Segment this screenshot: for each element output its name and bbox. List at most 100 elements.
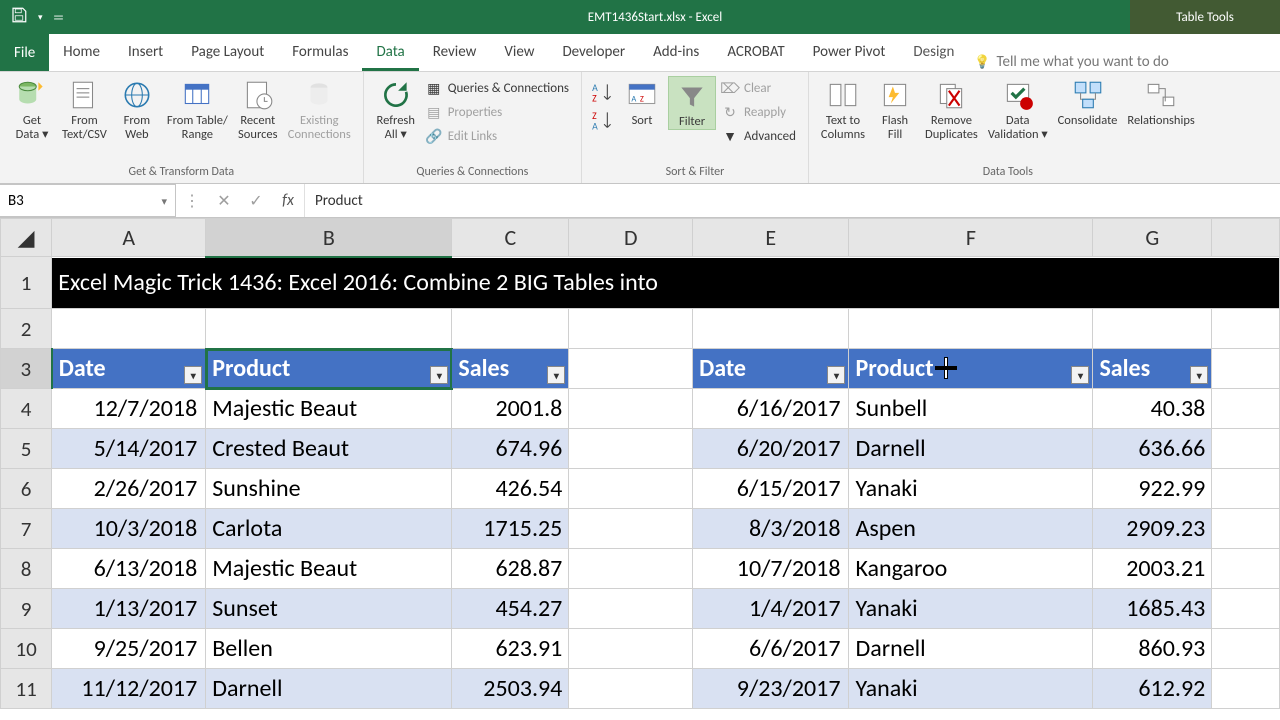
cell[interactable]: 612.92 <box>1093 669 1212 709</box>
row-header[interactable]: 1 <box>1 257 52 309</box>
cell[interactable] <box>569 669 693 709</box>
cell[interactable]: Crested Beaut <box>206 429 452 469</box>
tab-review[interactable]: Review <box>419 35 491 71</box>
cell[interactable]: Sunbell <box>849 389 1093 429</box>
worksheet-grid[interactable]: ◢ A B C D E F G 1 Excel Magic Trick 1436… <box>0 218 1280 720</box>
cell[interactable] <box>1212 669 1280 709</box>
table1-header-sales[interactable]: Sales▾ <box>452 349 569 389</box>
cell[interactable]: 628.87 <box>452 549 569 589</box>
cell[interactable]: 1715.25 <box>452 509 569 549</box>
qat-customize-icon[interactable]: ＝ <box>53 9 65 26</box>
cell[interactable]: 623.91 <box>452 629 569 669</box>
row-header[interactable]: 2 <box>1 309 52 349</box>
from-table-range-button[interactable]: From Table/ Range <box>163 76 232 143</box>
qat-dropdown-icon[interactable]: ▾ <box>38 12 43 23</box>
cell[interactable]: 10/7/2018 <box>693 549 849 589</box>
select-all-corner[interactable]: ◢ <box>1 219 52 257</box>
cell[interactable]: 8/3/2018 <box>693 509 849 549</box>
row-header[interactable]: 9 <box>1 589 52 629</box>
from-text-csv-button[interactable]: From Text/CSV <box>58 76 111 143</box>
sort-az-icon[interactable]: AZ <box>590 80 616 106</box>
column-header[interactable]: F <box>849 219 1093 257</box>
cell[interactable]: 1/13/2017 <box>52 589 206 629</box>
tab-addins[interactable]: Add-ins <box>639 35 713 71</box>
enter-icon[interactable]: ✓ <box>240 191 272 211</box>
cell[interactable] <box>569 429 693 469</box>
consolidate-button[interactable]: Consolidate <box>1054 76 1122 128</box>
title-cell[interactable]: Excel Magic Trick 1436: Excel 2016: Comb… <box>52 257 1280 309</box>
column-header[interactable]: B <box>206 219 452 257</box>
file-tab[interactable]: File <box>0 34 49 71</box>
cell[interactable] <box>1212 469 1280 509</box>
cell[interactable]: Majestic Beaut <box>206 549 452 589</box>
table1-header-product[interactable]: Product▾ <box>206 349 452 389</box>
cell[interactable]: 40.38 <box>1093 389 1212 429</box>
cell[interactable]: 6/13/2018 <box>52 549 206 589</box>
flash-fill-button[interactable]: Flash Fill <box>871 76 919 143</box>
cell[interactable]: 9/23/2017 <box>693 669 849 709</box>
existing-connections-button[interactable]: Existing Connections <box>284 76 355 143</box>
cell[interactable]: Sunshine <box>206 469 452 509</box>
cell[interactable]: Carlota <box>206 509 452 549</box>
cell[interactable]: 454.27 <box>452 589 569 629</box>
tab-page-layout[interactable]: Page Layout <box>177 35 278 71</box>
advanced-filter-button[interactable]: ▼Advanced <box>718 126 800 146</box>
cell[interactable]: Majestic Beaut <box>206 389 452 429</box>
cell[interactable] <box>1212 509 1280 549</box>
tab-formulas[interactable]: Formulas <box>278 35 362 71</box>
reapply-button[interactable]: ↻Reapply <box>718 102 800 122</box>
column-header[interactable]: A <box>52 219 206 257</box>
clear-filter-button[interactable]: ⌦Clear <box>718 78 800 98</box>
cell[interactable] <box>1212 629 1280 669</box>
name-box[interactable]: B3 <box>0 184 176 217</box>
cell[interactable]: Darnell <box>849 629 1093 669</box>
formula-split-icon[interactable]: ⋮ <box>176 191 208 211</box>
cell[interactable]: 426.54 <box>452 469 569 509</box>
remove-duplicates-button[interactable]: Remove Duplicates <box>921 76 982 143</box>
cell[interactable]: Darnell <box>206 669 452 709</box>
cell[interactable]: 2503.94 <box>452 669 569 709</box>
cell[interactable]: Yanaki <box>849 669 1093 709</box>
cell[interactable]: Kangaroo <box>849 549 1093 589</box>
cell[interactable]: 9/25/2017 <box>52 629 206 669</box>
cell[interactable]: 922.99 <box>1093 469 1212 509</box>
cell[interactable]: 11/12/2017 <box>52 669 206 709</box>
cell[interactable] <box>569 549 693 589</box>
fx-icon[interactable]: fx <box>272 191 304 210</box>
table1-header-date[interactable]: Date▾ <box>52 349 206 389</box>
chevron-down-icon[interactable] <box>161 192 167 210</box>
cell[interactable] <box>569 589 693 629</box>
row-header[interactable]: 7 <box>1 509 52 549</box>
cell[interactable] <box>1212 549 1280 589</box>
cell[interactable]: 2/26/2017 <box>52 469 206 509</box>
cell[interactable]: 12/7/2018 <box>52 389 206 429</box>
table2-header-date[interactable]: Date▾ <box>693 349 849 389</box>
filter-dropdown-icon[interactable]: ▾ <box>827 366 845 384</box>
cell[interactable]: 5/14/2017 <box>52 429 206 469</box>
cell[interactable] <box>1212 429 1280 469</box>
tab-view[interactable]: View <box>490 35 548 71</box>
cell[interactable] <box>569 509 693 549</box>
cell[interactable]: 6/20/2017 <box>693 429 849 469</box>
cell[interactable]: 1685.43 <box>1093 589 1212 629</box>
save-icon[interactable] <box>10 6 28 28</box>
cancel-icon[interactable]: ✕ <box>208 191 240 211</box>
table2-header-product[interactable]: Product▾ <box>849 349 1093 389</box>
sort-za-icon[interactable]: ZA <box>590 108 616 134</box>
tab-data[interactable]: Data <box>362 35 418 71</box>
get-data-button[interactable]: Get Data ▾ <box>8 76 56 143</box>
filter-dropdown-icon[interactable]: ▾ <box>547 366 565 384</box>
cell[interactable]: 6/6/2017 <box>693 629 849 669</box>
filter-button[interactable]: Filter <box>668 76 716 130</box>
from-web-button[interactable]: From Web <box>113 76 161 143</box>
tell-me-search[interactable]: Tell me what you want to do <box>974 53 1168 71</box>
cell[interactable]: Aspen <box>849 509 1093 549</box>
refresh-all-button[interactable]: Refresh All ▾ <box>372 76 420 143</box>
table2-header-sales[interactable]: Sales▾ <box>1093 349 1212 389</box>
cell[interactable] <box>1212 589 1280 629</box>
sort-button[interactable]: AZSort <box>618 76 666 128</box>
column-header[interactable]: E <box>693 219 849 257</box>
cell[interactable]: 860.93 <box>1093 629 1212 669</box>
tab-powerpivot[interactable]: Power Pivot <box>799 35 900 71</box>
filter-dropdown-icon[interactable]: ▾ <box>1071 366 1089 384</box>
